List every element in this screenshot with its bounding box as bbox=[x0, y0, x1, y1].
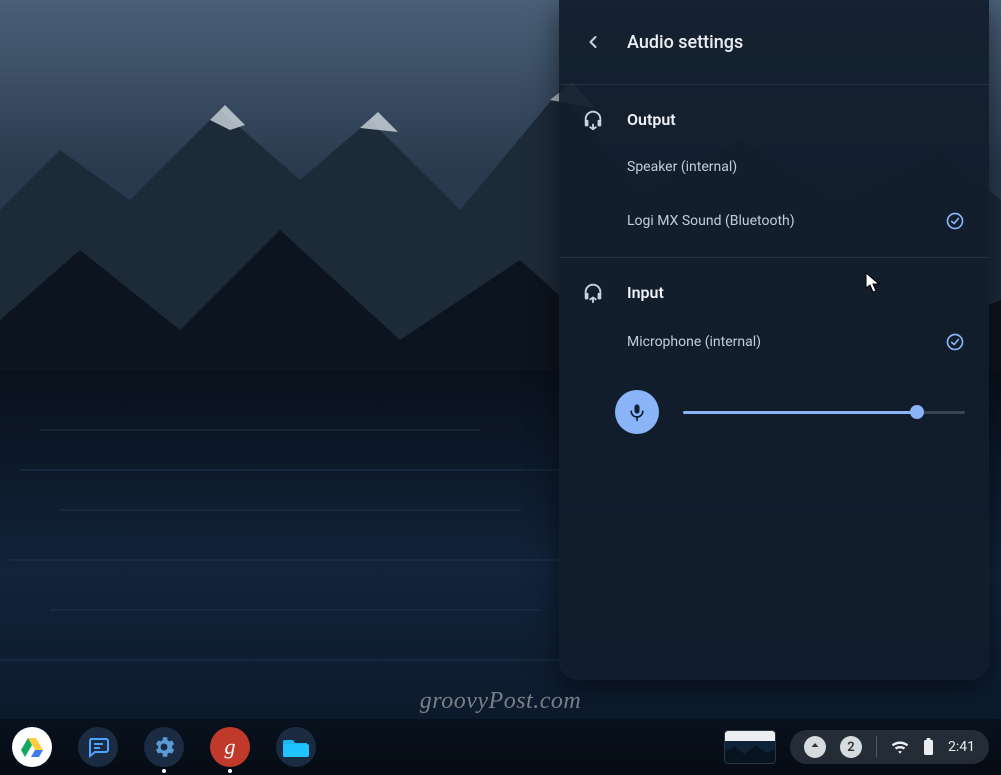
panel-header: Audio settings bbox=[559, 0, 989, 84]
check-circle-icon bbox=[945, 332, 965, 352]
status-area[interactable]: 2 2:41 bbox=[790, 730, 989, 764]
panel-title: Audio settings bbox=[627, 32, 743, 53]
app-drive[interactable] bbox=[12, 727, 52, 767]
app-files[interactable] bbox=[276, 727, 316, 767]
device-label: Microphone (internal) bbox=[627, 334, 761, 350]
app-messages[interactable] bbox=[78, 727, 118, 767]
battery-icon bbox=[923, 738, 934, 756]
output-heading: Output bbox=[627, 110, 676, 129]
messages-icon bbox=[86, 735, 110, 759]
headphones-input-icon bbox=[581, 280, 605, 304]
output-device-bluetooth[interactable]: Logi MX Sound (Bluetooth) bbox=[559, 193, 989, 249]
app-groovypost[interactable]: g bbox=[210, 727, 250, 767]
device-label: Logi MX Sound (Bluetooth) bbox=[627, 213, 795, 229]
notifications-expand-icon bbox=[804, 736, 826, 758]
overview-window-thumbnail[interactable] bbox=[724, 730, 776, 764]
wifi-icon bbox=[891, 740, 909, 754]
mic-gain-row bbox=[559, 370, 989, 454]
notification-count-badge: 2 bbox=[840, 736, 862, 758]
microphone-icon bbox=[627, 402, 647, 422]
input-heading: Input bbox=[627, 283, 664, 302]
mic-gain-slider[interactable] bbox=[683, 411, 965, 414]
shelf: g 2 2:41 bbox=[0, 719, 1001, 775]
device-label: Speaker (internal) bbox=[627, 159, 737, 175]
drive-icon bbox=[20, 736, 44, 758]
app-settings[interactable] bbox=[144, 727, 184, 767]
chevron-left-icon bbox=[583, 32, 603, 52]
check-circle-icon bbox=[945, 211, 965, 231]
pinned-apps: g bbox=[12, 727, 316, 767]
output-section-header: Output bbox=[559, 85, 989, 141]
g-icon: g bbox=[225, 734, 236, 760]
back-button[interactable] bbox=[575, 24, 611, 60]
output-device-speaker[interactable]: Speaker (internal) bbox=[559, 141, 989, 193]
clock: 2:41 bbox=[948, 739, 975, 755]
headphones-output-icon bbox=[581, 107, 605, 131]
separator bbox=[876, 736, 877, 758]
input-device-microphone[interactable]: Microphone (internal) bbox=[559, 314, 989, 370]
input-section-header: Input bbox=[559, 258, 989, 314]
gear-icon bbox=[151, 734, 177, 760]
microphone-button[interactable] bbox=[615, 390, 659, 434]
audio-settings-panel: Audio settings Output Speaker (internal)… bbox=[559, 0, 989, 680]
folder-icon bbox=[283, 736, 309, 758]
